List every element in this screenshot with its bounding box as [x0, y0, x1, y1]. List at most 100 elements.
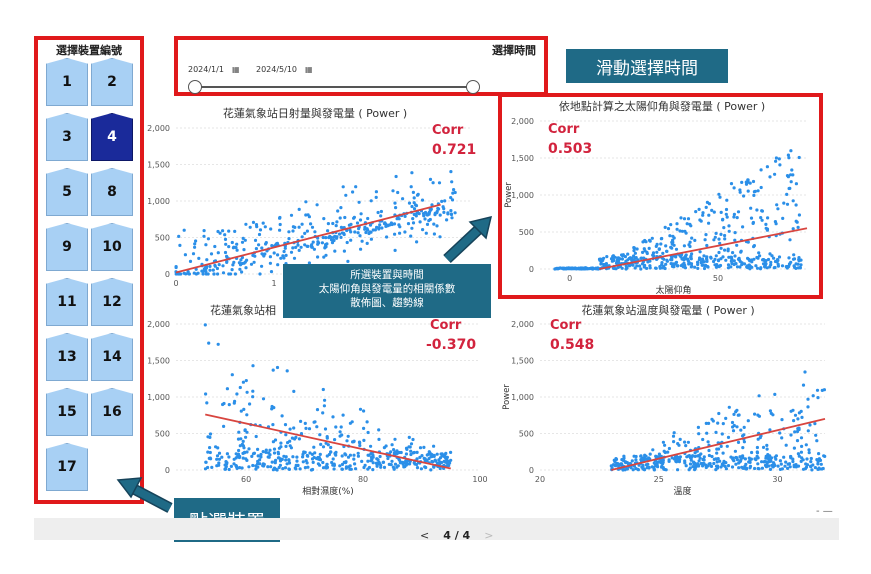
device-tile-15[interactable]: 15 [46, 388, 88, 436]
data-point [398, 461, 402, 465]
data-point [796, 417, 800, 421]
data-point [261, 252, 265, 256]
data-point [796, 452, 800, 456]
data-point [203, 323, 207, 327]
data-point [398, 225, 402, 229]
data-point [780, 467, 784, 471]
data-point [358, 443, 362, 448]
data-point [244, 222, 248, 226]
device-tile-3[interactable]: 3 [46, 113, 88, 161]
data-point [241, 451, 245, 455]
data-point [442, 207, 446, 211]
device-tile-16[interactable]: 16 [91, 388, 133, 436]
data-point [646, 465, 650, 469]
data-point [811, 394, 815, 398]
data-point [227, 403, 231, 407]
data-point [233, 399, 237, 403]
data-point [393, 232, 397, 236]
device-tile-9[interactable]: 9 [46, 223, 88, 271]
data-point [815, 388, 820, 392]
chevron-left-icon[interactable]: < [420, 529, 429, 542]
device-tile-1[interactable]: 1 [46, 58, 88, 106]
device-tile-10[interactable]: 10 [91, 223, 133, 271]
data-point [206, 237, 210, 241]
device-tile-5[interactable]: 5 [46, 168, 88, 216]
device-tile-11[interactable]: 11 [46, 278, 88, 326]
data-point [731, 457, 735, 461]
device-tile-12[interactable]: 12 [91, 278, 133, 326]
data-point [305, 229, 309, 233]
data-point [332, 467, 336, 471]
data-point [278, 463, 282, 467]
data-point [333, 249, 337, 253]
data-point [216, 342, 220, 346]
data-point [341, 185, 345, 189]
data-point [765, 443, 769, 447]
data-point [698, 456, 702, 460]
device-tile-13[interactable]: 13 [46, 333, 88, 381]
data-point [348, 421, 352, 425]
data-point [377, 226, 381, 230]
data-point [238, 385, 242, 390]
data-point [282, 454, 286, 458]
start-date-value: 2024/1/1 [188, 64, 224, 74]
data-point [291, 246, 295, 250]
slider-start-handle[interactable] [188, 80, 202, 94]
end-date-field[interactable]: 2024/5/10 ▦ [256, 62, 313, 76]
data-point [200, 269, 204, 273]
data-point [177, 234, 181, 238]
data-point [420, 198, 425, 202]
data-point [184, 272, 188, 276]
data-point [313, 451, 317, 455]
data-point [303, 231, 307, 235]
device-tile-14[interactable]: 14 [91, 333, 133, 381]
data-point [409, 185, 413, 189]
corr-label: Corr [550, 318, 582, 333]
data-point [810, 468, 814, 472]
data-point [330, 460, 334, 465]
data-point [360, 459, 364, 463]
slider-end-handle[interactable] [466, 80, 480, 94]
data-point [230, 240, 234, 245]
calendar-icon[interactable]: ▦ [232, 65, 240, 74]
y-axis-label: Power [502, 384, 512, 410]
y-tick-label: 1,000 [511, 393, 534, 402]
device-tile-17[interactable]: 17 [46, 443, 88, 491]
data-point [403, 230, 407, 234]
calendar-icon[interactable]: ▦ [305, 65, 313, 74]
data-point [261, 450, 265, 454]
device-tile-8[interactable]: 8 [91, 168, 133, 216]
data-point [366, 459, 370, 463]
data-point [446, 211, 450, 215]
data-point [231, 263, 235, 267]
data-point [321, 411, 325, 415]
data-point [312, 247, 316, 251]
data-point [266, 465, 270, 469]
data-point [204, 460, 208, 464]
device-tile-2[interactable]: 2 [91, 58, 133, 106]
data-point [225, 387, 229, 391]
data-point [362, 409, 366, 413]
data-point [303, 421, 307, 425]
chevron-right-icon[interactable]: > [484, 529, 493, 542]
device-tile-4[interactable]: 4 [91, 113, 133, 161]
data-point [438, 235, 442, 239]
data-point [324, 245, 328, 249]
data-point [289, 250, 294, 254]
data-point [663, 443, 667, 447]
end-date-value: 2024/5/10 [256, 64, 298, 74]
data-point [791, 457, 795, 461]
data-point [423, 217, 427, 221]
start-date-field[interactable]: 2024/1/1 ▦ [188, 62, 240, 76]
zoom-control[interactable]: - — [816, 506, 833, 517]
data-point [778, 459, 782, 463]
data-point [358, 234, 362, 238]
data-point [338, 464, 342, 468]
data-point [261, 221, 265, 225]
data-point [411, 437, 415, 442]
date-slider-track[interactable] [196, 86, 476, 88]
data-point [429, 468, 433, 472]
data-point [358, 218, 363, 222]
data-point [323, 398, 327, 402]
data-point [341, 413, 345, 417]
